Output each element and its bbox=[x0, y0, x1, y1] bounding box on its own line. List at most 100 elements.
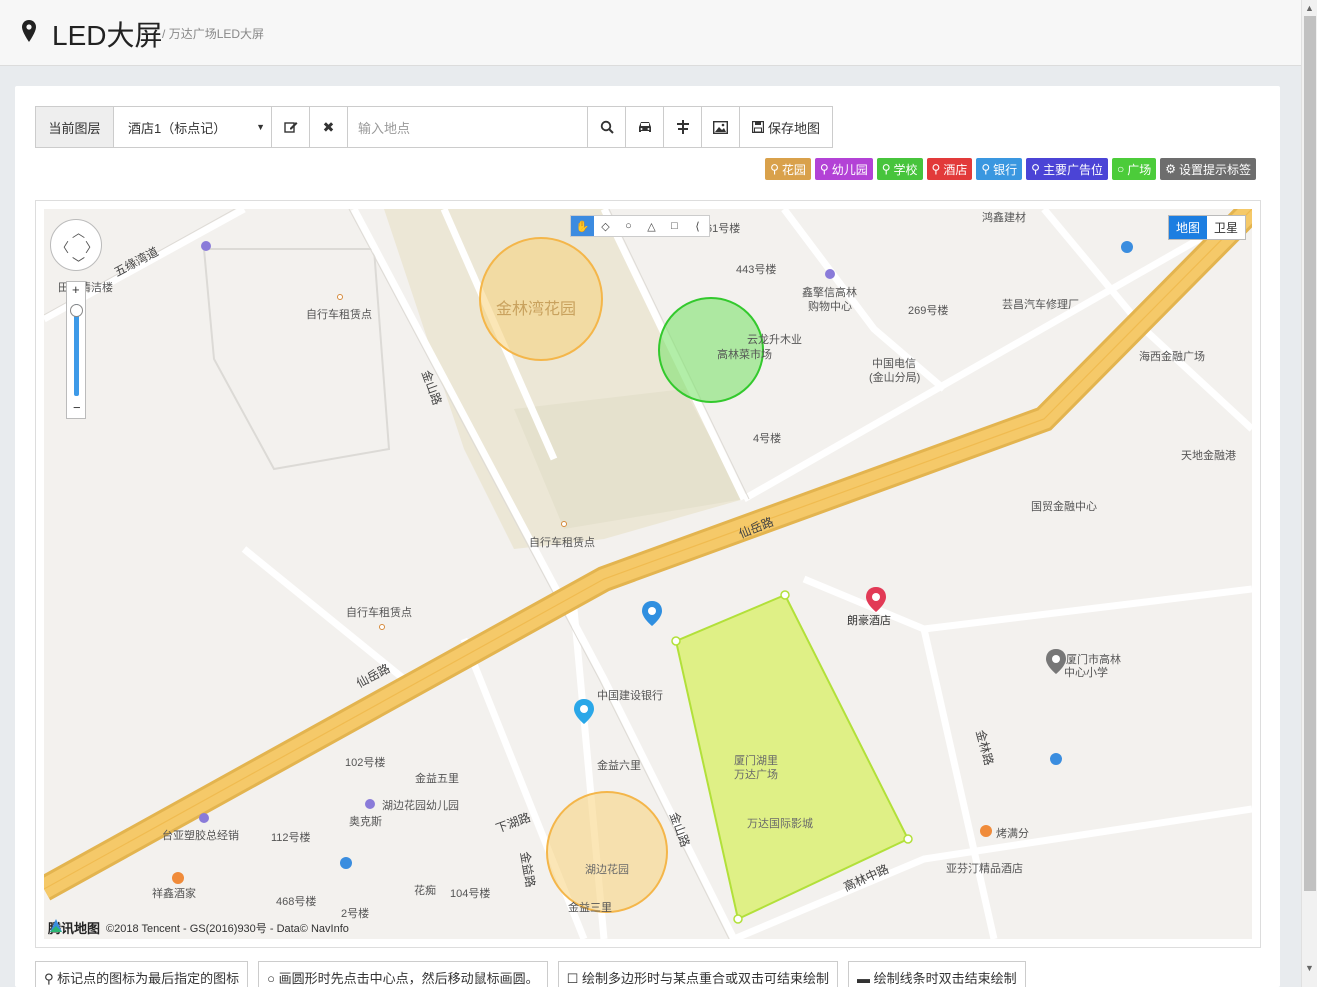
map-label: 烤满分 bbox=[996, 828, 1029, 840]
vertical-scrollbar[interactable]: ▲ ▼ bbox=[1301, 0, 1317, 987]
marker-tool-icon[interactable]: ◇ bbox=[594, 216, 617, 236]
circle-tool-icon[interactable]: ○ bbox=[617, 216, 640, 236]
school-marker-icon[interactable] bbox=[1046, 649, 1066, 674]
polygon-tool-icon[interactable]: △ bbox=[640, 216, 663, 236]
image-button[interactable] bbox=[702, 107, 740, 147]
zoom-slider-handle[interactable] bbox=[70, 304, 83, 317]
map-label: 443号楼 bbox=[736, 264, 777, 276]
draw-toolbar: ✋ ◇ ○ △ □ ⟨ bbox=[570, 215, 710, 237]
scroll-up-icon[interactable]: ▲ bbox=[1305, 3, 1314, 13]
scrollbar-thumb[interactable] bbox=[1304, 16, 1316, 891]
map-label: 祥鑫酒家 bbox=[152, 888, 196, 900]
pan-down-icon[interactable]: ﹀ bbox=[72, 253, 85, 272]
save-icon bbox=[751, 121, 764, 133]
drawn-circle-hubian[interactable] bbox=[546, 791, 668, 913]
map-label: 102号楼 bbox=[345, 757, 386, 769]
map-label: 468号楼 bbox=[276, 896, 317, 908]
map-label: 万达国际影城 bbox=[747, 818, 813, 830]
square-icon: ☐ bbox=[566, 971, 579, 986]
tag-2[interactable]: ⚲ 学校 bbox=[876, 158, 923, 180]
block-outline bbox=[202, 248, 391, 471]
road-button[interactable] bbox=[664, 107, 702, 147]
layer-label: 当前图层 bbox=[36, 107, 114, 147]
zoom-out-icon[interactable]: − bbox=[73, 400, 81, 415]
map-label: 自行车租赁点 bbox=[346, 607, 412, 619]
map-label: 国贸金融中心 bbox=[1031, 501, 1097, 513]
tag-4[interactable]: ⚲ 银行 bbox=[976, 158, 1023, 180]
zoom-control: + − bbox=[66, 281, 86, 419]
rectangle-tool-icon[interactable]: □ bbox=[663, 216, 686, 236]
search-icon bbox=[600, 120, 614, 134]
hint-marker: ⚲ 标记点的图标为最后指定的图标 bbox=[35, 961, 249, 987]
close-icon: ✖ bbox=[322, 118, 335, 135]
map-label: 海西金融广场 bbox=[1139, 351, 1205, 363]
pin-icon: ⚲ bbox=[44, 971, 54, 986]
map-label: 104号楼 bbox=[450, 888, 491, 900]
image-icon bbox=[713, 120, 728, 134]
map-label: 自行车租赁点 bbox=[306, 309, 372, 321]
map-label: 金益三里 bbox=[568, 902, 612, 914]
map-label: 4号楼 bbox=[753, 433, 782, 445]
location-search-input[interactable]: 输入地点 bbox=[348, 107, 588, 147]
hand-pan-icon[interactable]: ✋ bbox=[571, 216, 594, 236]
map-label: 112号楼 bbox=[271, 832, 311, 844]
tag-5[interactable]: ⚲ 主要广告位 bbox=[1026, 158, 1108, 180]
save-map-button[interactable]: 保存地图 bbox=[740, 107, 832, 147]
map-copyright: 腾讯地图 ©2018 Tencent - GS(2016)930号 - Data… bbox=[48, 918, 349, 937]
tag-1[interactable]: ⚲ 幼儿园 bbox=[814, 158, 873, 180]
zoom-track[interactable] bbox=[74, 304, 79, 396]
pan-control[interactable]: ︿ 〈 〉 ﹀ bbox=[50, 219, 102, 271]
pin-icon: ⚲ bbox=[881, 162, 891, 176]
pan-left-icon[interactable]: 〈 bbox=[56, 237, 69, 256]
map-label: 奥克斯 bbox=[349, 816, 382, 828]
page-title: LED大屏 bbox=[52, 20, 163, 51]
map-canvas[interactable]: 五缘湾道 田厝清洁楼 自行车租赁点 自行车租赁点 自行车租赁点 金山路 金山路 … bbox=[44, 209, 1252, 939]
map-type-switch: 地图 卫星 bbox=[1167, 215, 1246, 240]
map-label: 芸昌汽车修理厂 bbox=[1002, 299, 1079, 311]
page-header: LED大屏 / 万达广场LED大屏 bbox=[0, 0, 1301, 66]
map-marker-icon bbox=[22, 20, 36, 42]
tag-7[interactable]: ⚙ 设置提示标签 bbox=[1160, 158, 1256, 180]
map-label: 自行车租赁点 bbox=[529, 537, 595, 549]
map-label: 金林湾花园 bbox=[496, 301, 577, 318]
layer-select[interactable]: 酒店1（标点记） ▼ bbox=[114, 107, 272, 147]
map-label: 中心小学 bbox=[1064, 667, 1108, 679]
zoom-in-icon[interactable]: + bbox=[72, 282, 80, 297]
tencent-map-logo-icon bbox=[50, 919, 62, 932]
map-type-roadmap[interactable]: 地图 bbox=[1168, 216, 1207, 239]
search-button[interactable] bbox=[588, 107, 626, 147]
map-label: 朗豪酒店 bbox=[847, 615, 891, 627]
map-label: 亚芬汀精品酒店 bbox=[946, 863, 1023, 875]
edit-layer-button[interactable] bbox=[272, 107, 310, 147]
circle-icon: ○ bbox=[267, 971, 276, 986]
pin-icon: ⚲ bbox=[1031, 162, 1040, 176]
map-label: 61号楼 bbox=[706, 223, 741, 235]
map-label: 中国建设银行 bbox=[597, 690, 663, 702]
delete-layer-button[interactable]: ✖ bbox=[310, 107, 348, 147]
driving-route-button[interactable] bbox=[626, 107, 664, 147]
map-toolbar: 当前图层 酒店1（标点记） ▼ ✖ 输入地点 保存地图 bbox=[35, 106, 833, 148]
polyline-tool-icon[interactable]: ⟨ bbox=[686, 216, 709, 236]
hint-polygon: ☐ 绘制多边形时与某点重合或双击可结束绘制 bbox=[557, 961, 838, 987]
map-label: 花痴 bbox=[414, 885, 436, 897]
map-type-satellite[interactable]: 卫星 bbox=[1207, 216, 1245, 239]
scroll-down-icon[interactable]: ▼ bbox=[1305, 963, 1314, 973]
pan-up-icon[interactable]: ︿ bbox=[72, 222, 85, 241]
tag-6[interactable]: ○ 广场 bbox=[1111, 158, 1157, 180]
car-icon bbox=[638, 122, 651, 132]
line-icon: ▬ bbox=[856, 971, 870, 986]
bank-marker-icon[interactable] bbox=[642, 601, 662, 626]
hint-bar: ⚲ 标记点的图标为最后指定的图标 ○ 画圆形时先点击中心点，然后移动鼠标画圆。 … bbox=[35, 961, 1026, 987]
map-label: 269号楼 bbox=[908, 305, 949, 317]
map-label: 购物中心 bbox=[808, 301, 852, 313]
caret-down-icon: ▼ bbox=[256, 122, 265, 132]
map-label: 高林菜市场 bbox=[717, 349, 772, 361]
map-frame: 五缘湾道 田厝清洁楼 自行车租赁点 自行车租赁点 自行车租赁点 金山路 金山路 … bbox=[35, 200, 1261, 948]
bank-marker-icon[interactable] bbox=[574, 699, 594, 724]
tag-3[interactable]: ⚲ 酒店 bbox=[926, 158, 973, 180]
road-icon bbox=[676, 120, 689, 134]
pan-right-icon[interactable]: 〉 bbox=[85, 237, 98, 256]
pin-icon: ⚲ bbox=[931, 162, 941, 176]
map-label: 鸿鑫建材 bbox=[982, 212, 1026, 224]
tag-0[interactable]: ⚲ 花园 bbox=[765, 158, 811, 180]
